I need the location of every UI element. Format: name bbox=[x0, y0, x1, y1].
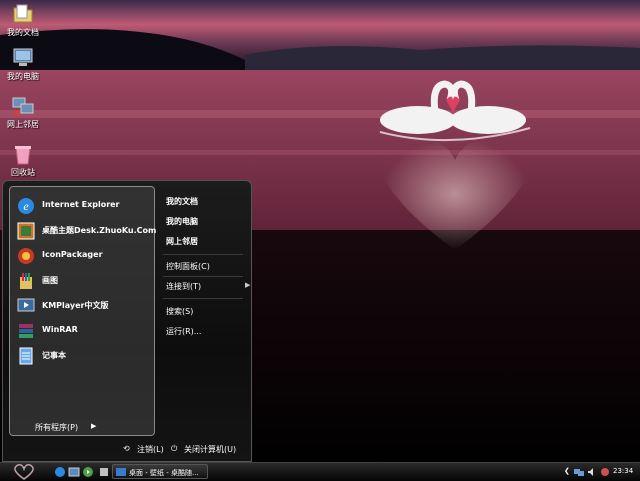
kmplayer-icon bbox=[17, 298, 35, 312]
network-icon bbox=[12, 97, 34, 116]
link-run[interactable]: 运行(R)... bbox=[166, 326, 201, 337]
link-connect-to[interactable]: 连接到(T) bbox=[166, 281, 201, 292]
program-kmplayer[interactable]: KMPlayer中文版 bbox=[14, 295, 152, 317]
program-iconpackager[interactable]: IconPackager bbox=[14, 245, 152, 267]
program-label: Internet Explorer bbox=[42, 200, 120, 209]
shutdown-button[interactable]: 关闭计算机(U) bbox=[184, 444, 236, 455]
link-my-computer[interactable]: 我的电脑 bbox=[166, 216, 198, 227]
link-search[interactable]: 搜索(S) bbox=[166, 306, 193, 317]
arrow-right-icon: ▶ bbox=[245, 281, 251, 289]
menu-divider bbox=[163, 276, 243, 277]
taskbar-window-button[interactable]: 桌面 - 壁纸 - 桌酷随... bbox=[112, 464, 208, 479]
desktop-icon-recycle-bin[interactable]: 回收站 bbox=[0, 142, 46, 178]
taskbar: 桌面 - 壁纸 - 桌酷随... ❮ 23:34 bbox=[0, 462, 640, 481]
menu-divider bbox=[163, 254, 243, 255]
program-label: KMPlayer中文版 bbox=[42, 301, 109, 310]
winrar-icon bbox=[19, 324, 33, 338]
recycle-bin-icon bbox=[15, 146, 31, 165]
taskbar-window-label: 桌面 - 壁纸 - 桌酷随... bbox=[129, 469, 199, 477]
program-paint[interactable]: 画图 bbox=[14, 270, 152, 292]
start-menu-programs-pane: e Internet Explorer 桌酷主题Desk.ZhuoKu.Com … bbox=[9, 186, 156, 436]
program-notepad[interactable]: 记事本 bbox=[14, 345, 152, 367]
link-network-places[interactable]: 网上邻居 bbox=[166, 236, 198, 247]
media-player-icon[interactable] bbox=[82, 466, 94, 478]
program-internet-explorer[interactable]: e Internet Explorer bbox=[14, 195, 152, 217]
desktop-icon-label: 我的电脑 bbox=[7, 72, 39, 81]
desktop-icon-label: 我的文档 bbox=[7, 28, 39, 37]
window-icon bbox=[116, 468, 126, 476]
computer-icon bbox=[13, 48, 33, 66]
program-label: 记事本 bbox=[42, 351, 66, 360]
zhuoku-icon bbox=[17, 222, 35, 240]
volume-icon[interactable] bbox=[587, 467, 597, 477]
desktop-icon-network[interactable]: 网上邻居 bbox=[0, 94, 46, 130]
program-zhuoku[interactable]: 桌酷主题Desk.ZhuoKu.Com bbox=[14, 220, 156, 242]
tray-expand-icon[interactable]: ❮ bbox=[564, 467, 574, 477]
program-winrar[interactable]: WinRAR bbox=[14, 320, 152, 342]
logoff-icon: ⟲ bbox=[123, 444, 130, 453]
start-button[interactable] bbox=[10, 463, 38, 481]
iconpackager-icon bbox=[18, 248, 34, 264]
all-programs-button[interactable]: 所有程序(P) bbox=[35, 422, 78, 433]
desktop-icon-my-computer[interactable]: 我的电脑 bbox=[0, 46, 46, 82]
internet-explorer-icon[interactable] bbox=[54, 466, 66, 478]
desktop-icon-label: 网上邻居 bbox=[7, 120, 39, 129]
taskbar-clock[interactable]: 23:34 bbox=[613, 467, 633, 475]
menu-divider bbox=[163, 298, 243, 299]
internet-explorer-icon: e bbox=[18, 198, 34, 214]
desktop-icon-label: 回收站 bbox=[11, 168, 35, 177]
arrow-right-icon: ▶ bbox=[91, 422, 97, 430]
desktop-icon-my-documents[interactable]: 我的文档 bbox=[0, 2, 46, 38]
show-desktop-icon[interactable] bbox=[68, 466, 80, 478]
start-menu: e Internet Explorer 桌酷主题Desk.ZhuoKu.Com … bbox=[2, 180, 252, 462]
paint-icon bbox=[20, 273, 32, 289]
svg-text:e: e bbox=[23, 199, 29, 213]
program-label: IconPackager bbox=[42, 250, 103, 259]
tray-app-icon[interactable] bbox=[600, 467, 610, 477]
notepad-icon bbox=[19, 347, 33, 365]
logoff-button[interactable]: 注销(L) bbox=[137, 444, 164, 455]
quick-launch-icon[interactable] bbox=[98, 466, 110, 478]
network-status-icon[interactable] bbox=[574, 467, 584, 477]
program-label: 桌酷主题Desk.ZhuoKu.Com bbox=[42, 226, 157, 235]
folder-icon bbox=[13, 4, 33, 23]
link-control-panel[interactable]: 控制面板(C) bbox=[166, 261, 210, 272]
power-icon: ⏻ bbox=[171, 444, 178, 453]
link-my-documents[interactable]: 我的文档 bbox=[166, 196, 198, 207]
program-label: 画图 bbox=[42, 276, 58, 285]
program-label: WinRAR bbox=[42, 325, 78, 334]
